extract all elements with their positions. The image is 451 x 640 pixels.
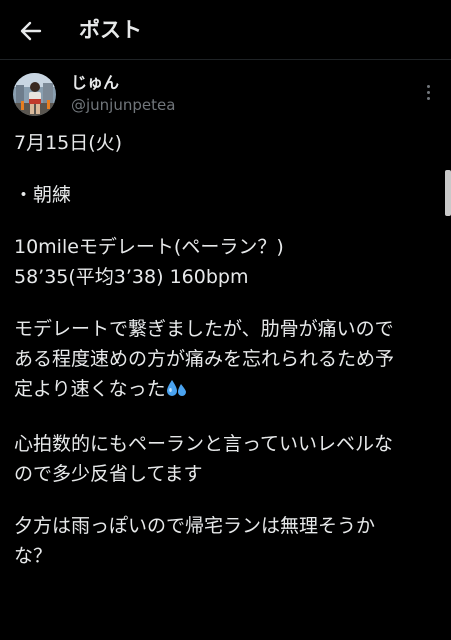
post-paragraph: 夕方は雨っぽいので帰宅ランは無理そうか な？ (14, 511, 438, 571)
avatar[interactable] (13, 73, 56, 116)
post-text-line: ある程度速めの方が痛みを忘れられるため予 (14, 348, 395, 370)
post-text-fragment: 定より速くなった (14, 378, 166, 400)
more-dots-icon (426, 84, 430, 88)
post-text-line: な？ (14, 545, 53, 567)
post-body: 7月15日(火) ・朝練 10mileモデレート(ペーラン？) 58’35(平均… (14, 128, 438, 593)
post-workout-line: 10mileモデレート(ペーラン？) (14, 236, 284, 258)
post-text-line: ので多少反省してます (14, 463, 203, 485)
page-title: ポスト (79, 18, 142, 42)
top-bar: ポスト (0, 0, 451, 60)
post-bullet-line: ・朝練 (14, 184, 72, 206)
sweat-droplets-icon (166, 377, 188, 407)
author-display-name[interactable]: じゅん (71, 72, 119, 94)
post-date-line: 7月15日(火) (14, 132, 123, 154)
post-paragraph: 心拍数的にもペーランと言っていいレベルな ので多少反省してます (14, 429, 438, 489)
post-text-line: モデレートで繋ぎましたが、肋骨が痛いので (14, 318, 394, 340)
back-button[interactable] (14, 14, 48, 48)
post-text-line: 心拍数的にもペーランと言っていいレベルな (14, 433, 394, 455)
post-paragraph: 7月15日(火) (14, 128, 438, 158)
more-options-button[interactable] (418, 80, 438, 104)
arrow-left-icon (20, 21, 42, 41)
scrollbar-thumb[interactable] (445, 170, 451, 216)
post-text-line: 定より速くなった (14, 374, 438, 407)
post-text-line: 夕方は雨っぽいので帰宅ランは無理そうか (14, 515, 376, 537)
author-handle[interactable]: @junjunpetea (71, 95, 175, 115)
post-paragraph: 10mileモデレート(ペーラン？) 58’35(平均3’38) 160bpm (14, 232, 438, 292)
post-workout-line: 58’35(平均3’38) 160bpm (14, 266, 249, 288)
post-paragraph: ・朝練 (14, 180, 438, 210)
post-paragraph: モデレートで繋ぎましたが、肋骨が痛いので ある程度速めの方が痛みを忘れられるため… (14, 314, 438, 407)
